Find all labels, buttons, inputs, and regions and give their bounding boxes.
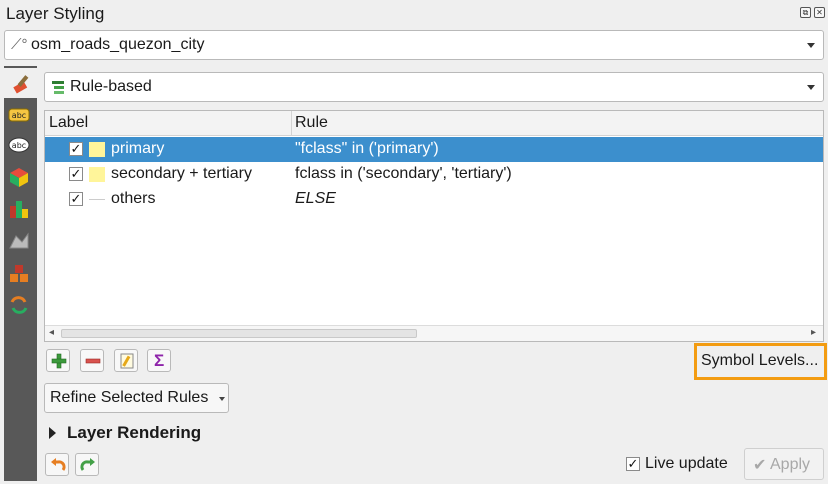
- refine-rules-button[interactable]: Refine Selected Rules: [44, 383, 229, 413]
- symbol-swatch: [89, 167, 105, 182]
- 3d-view-icon[interactable]: [8, 166, 30, 188]
- rule-row[interactable]: ✓ primary "fclass" in ('primary'): [45, 137, 823, 162]
- apply-label: Apply: [770, 456, 811, 473]
- remove-rule-button[interactable]: [80, 349, 104, 372]
- rule-checkbox[interactable]: ✓: [69, 192, 83, 206]
- rule-checkbox[interactable]: ✓: [69, 167, 83, 181]
- column-divider[interactable]: [291, 111, 292, 136]
- scroll-right-icon[interactable]: ▸: [811, 327, 816, 338]
- panel-title-bar: Layer Styling ⧉ ✕: [0, 0, 828, 28]
- edit-pencil-icon: [120, 353, 134, 369]
- svg-text:abc: abc: [12, 111, 26, 120]
- redo-button[interactable]: [75, 453, 99, 476]
- rule-label: primary: [111, 140, 165, 157]
- symbol-swatch: [89, 142, 105, 157]
- plus-icon: [51, 353, 67, 369]
- renderer-type-combo[interactable]: Rule-based: [44, 72, 824, 102]
- live-update-checkbox[interactable]: ✓: [626, 457, 640, 471]
- minus-icon: [85, 358, 101, 364]
- rule-row[interactable]: ✓ others ELSE: [45, 187, 823, 212]
- label-column-header[interactable]: Label: [49, 114, 88, 132]
- history-icon[interactable]: [8, 294, 30, 316]
- sigma-icon: Σ: [154, 351, 165, 370]
- chevron-down-icon: [219, 397, 225, 401]
- redo-icon: [80, 458, 95, 471]
- rule-label: secondary + tertiary: [111, 165, 252, 182]
- chevron-down-icon: [807, 85, 815, 90]
- scrollbar-handle[interactable]: [61, 329, 417, 338]
- count-features-button[interactable]: Σ: [147, 349, 171, 372]
- symbol-swatch: [89, 199, 105, 200]
- tree-header: Label Rule: [45, 111, 823, 136]
- svg-text:abc: abc: [12, 141, 26, 150]
- edit-rule-button[interactable]: [114, 349, 138, 372]
- symbology-brush-icon: [13, 75, 29, 94]
- chevron-down-icon: [807, 43, 815, 48]
- undo-icon: [51, 458, 66, 471]
- horizontal-scrollbar[interactable]: ◂ ▸: [45, 325, 823, 341]
- elevation-icon[interactable]: [8, 230, 30, 252]
- rule-expression: "fclass" in ('primary'): [295, 140, 439, 157]
- rules-tree[interactable]: Label Rule ✓ primary "fclass" in ('prima…: [44, 110, 824, 342]
- checkmark-icon: ✔: [753, 457, 767, 474]
- rule-expression: ELSE: [295, 190, 336, 207]
- renderer-label: Rule-based: [70, 78, 152, 95]
- layer-name: osm_roads_quezon_city: [31, 36, 205, 53]
- labels-abc-icon[interactable]: abc: [8, 104, 30, 126]
- panel-title: Layer Styling: [6, 4, 105, 23]
- masks-abc-icon[interactable]: abc: [8, 134, 30, 156]
- symbol-levels-button[interactable]: Symbol Levels...: [698, 347, 824, 376]
- symbol-levels-label: Symbol Levels...: [701, 352, 819, 369]
- layer-rendering-section[interactable]: Layer Rendering: [67, 423, 201, 443]
- refine-rules-label: Refine Selected Rules: [50, 389, 209, 406]
- layer-selector-combo[interactable]: ⟋° osm_roads_quezon_city: [4, 30, 824, 60]
- live-update-label[interactable]: Live update: [645, 455, 728, 473]
- diagrams-icon[interactable]: [8, 198, 30, 220]
- add-rule-button[interactable]: [46, 349, 70, 372]
- scroll-left-icon[interactable]: ◂: [49, 327, 54, 338]
- rule-based-renderer-icon: [52, 81, 64, 94]
- rule-column-header[interactable]: Rule: [295, 114, 328, 132]
- line-layer-icon: ⟋°: [11, 36, 28, 53]
- rule-row[interactable]: ✓ secondary + tertiary fclass in ('secon…: [45, 162, 823, 187]
- rule-checkbox[interactable]: ✓: [69, 142, 83, 156]
- layer-rendering-icon[interactable]: [8, 262, 30, 284]
- undo-button[interactable]: [45, 453, 69, 476]
- tab-symbology[interactable]: [4, 68, 40, 98]
- expand-arrow-icon[interactable]: [49, 427, 56, 439]
- close-panel-icon[interactable]: ✕: [814, 7, 825, 18]
- rule-expression: fclass in ('secondary', 'tertiary'): [295, 165, 512, 182]
- apply-button[interactable]: ✔ Apply: [744, 448, 824, 480]
- rule-label: others: [111, 190, 156, 207]
- float-panel-icon[interactable]: ⧉: [800, 7, 811, 18]
